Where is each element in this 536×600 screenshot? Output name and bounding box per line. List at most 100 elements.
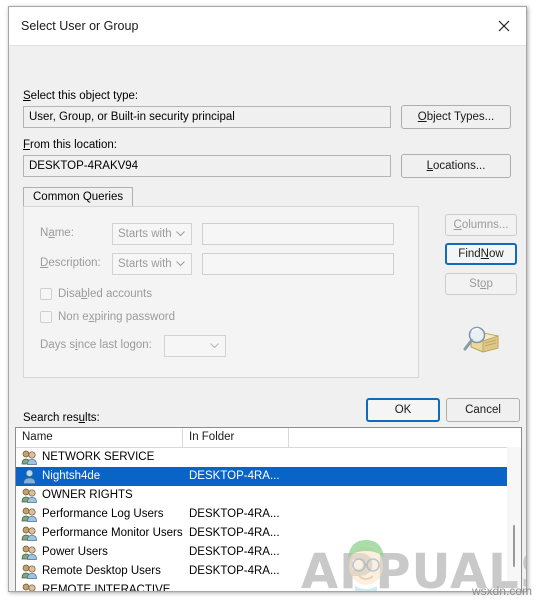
tab-strip: Common Queries bbox=[23, 187, 419, 207]
group-icon bbox=[21, 545, 37, 560]
title-bar: Select User or Group bbox=[9, 7, 526, 46]
ok-button[interactable]: OK bbox=[366, 398, 440, 422]
group-icon bbox=[21, 564, 38, 579]
select-user-or-group-dialog: Select User or Group Select this object … bbox=[8, 6, 527, 592]
table-row[interactable]: Nightsh4de DESKTOP-4RA... bbox=[16, 467, 521, 486]
group-icon bbox=[21, 507, 38, 522]
disabled-accounts-checkbox[interactable] bbox=[40, 288, 52, 300]
search-results-label: Search results: bbox=[23, 412, 100, 424]
cancel-button[interactable]: Cancel bbox=[446, 398, 520, 422]
group-icon bbox=[21, 450, 38, 465]
columns-button-rest: olumns... bbox=[461, 219, 509, 231]
location-label-acc: F bbox=[23, 139, 31, 151]
common-queries-panel: Name: Starts with Description: Starts wi… bbox=[23, 206, 419, 378]
table-row[interactable]: Performance Monitor Users DESKTOP-4RA... bbox=[16, 524, 521, 543]
group-icon bbox=[21, 526, 37, 541]
name-label: Name: bbox=[40, 227, 74, 239]
user-icon bbox=[21, 469, 38, 485]
list-column-headers: Name In Folder bbox=[16, 428, 521, 448]
find-now-button-pre: Find bbox=[458, 248, 481, 260]
find-now-button-acc: N bbox=[480, 248, 489, 260]
list-scrollbar-thumb[interactable] bbox=[513, 525, 515, 567]
table-row[interactable]: NETWORK SERVICE bbox=[16, 448, 521, 467]
cell-in-folder: DESKTOP-4RA... bbox=[189, 470, 280, 482]
name-operator-value: Starts with bbox=[118, 228, 172, 240]
user-icon bbox=[23, 469, 36, 485]
cell-name: OWNER RIGHTS bbox=[42, 489, 133, 501]
non-expiring-password-label: Non expiring password bbox=[58, 311, 175, 323]
locations-button[interactable]: Locations... bbox=[401, 154, 511, 178]
search-results-label-pre: Search res bbox=[23, 412, 79, 424]
cell-in-folder: DESKTOP-4RA... bbox=[189, 546, 280, 558]
non-expiring-password-label-pre: Non e bbox=[58, 311, 89, 323]
non-expiring-password-checkbox[interactable] bbox=[40, 311, 52, 323]
name-label-post: me: bbox=[54, 227, 74, 239]
table-row[interactable]: REMOTE INTERACTIVE ... bbox=[16, 581, 521, 592]
close-icon bbox=[498, 20, 510, 32]
days-since-last-logon-label: Days since last logon: bbox=[40, 339, 152, 351]
cell-in-folder: DESKTOP-4RA... bbox=[189, 527, 280, 539]
cell-in-folder: DESKTOP-4RA... bbox=[189, 565, 280, 577]
object-types-button-acc: O bbox=[417, 111, 427, 123]
cell-name: Power Users bbox=[42, 546, 108, 558]
group-icon bbox=[21, 545, 38, 560]
columns-button[interactable]: Columns... bbox=[445, 214, 517, 236]
non-expiring-password-checkbox-row[interactable]: Non expiring password bbox=[40, 311, 175, 323]
cell-name: Performance Monitor Users bbox=[42, 527, 183, 539]
cell-name: Nightsh4de bbox=[42, 470, 101, 482]
object-type-value[interactable]: User, Group, or Built-in security princi… bbox=[23, 106, 391, 128]
tab-common-queries[interactable]: Common Queries bbox=[23, 187, 134, 207]
dialog-body: Select this object type: User, Group, or… bbox=[9, 46, 526, 592]
disabled-accounts-label: Disabled accounts bbox=[58, 288, 152, 300]
column-header-name[interactable]: Name bbox=[22, 431, 53, 443]
locations-button-rest: ocations... bbox=[432, 160, 486, 172]
disabled-accounts-checkbox-row[interactable]: Disabled accounts bbox=[40, 288, 152, 300]
days-since-last-logon-select[interactable] bbox=[164, 335, 226, 357]
magnifier-folder-icon bbox=[463, 326, 500, 353]
object-types-button[interactable]: Object Types... bbox=[401, 105, 511, 129]
cell-name: Remote Desktop Users bbox=[42, 565, 161, 577]
disabled-accounts-label-post: led accounts bbox=[87, 288, 152, 300]
description-label: Description: bbox=[40, 257, 101, 269]
cell-name: Performance Log Users bbox=[42, 508, 164, 520]
non-expiring-password-label-post: piring password bbox=[94, 311, 175, 323]
columns-button-acc: C bbox=[453, 219, 462, 231]
cell-name: REMOTE INTERACTIVE ... bbox=[42, 584, 184, 592]
name-operator-select[interactable]: Starts with bbox=[112, 223, 192, 245]
column-divider-1[interactable] bbox=[182, 428, 183, 447]
group-icon bbox=[21, 450, 37, 465]
find-now-button[interactable]: Find Now bbox=[445, 243, 517, 265]
object-type-label-rest: elect this object type: bbox=[30, 90, 139, 102]
location-value[interactable]: DESKTOP-4RAKV94 bbox=[23, 155, 391, 177]
group-icon bbox=[21, 583, 38, 591]
stop-button[interactable]: St o p bbox=[445, 273, 517, 295]
object-type-label-acc: S bbox=[23, 90, 31, 102]
description-operator-select[interactable]: Starts with bbox=[112, 253, 192, 275]
table-row[interactable]: Power Users DESKTOP-4RA... bbox=[16, 543, 521, 562]
cell-in-folder: DESKTOP-4RA... bbox=[189, 508, 280, 520]
chevron-down-icon bbox=[176, 231, 185, 237]
description-label-post: escription: bbox=[48, 257, 101, 269]
table-row[interactable]: OWNER RIGHTS bbox=[16, 486, 521, 505]
description-input[interactable] bbox=[202, 253, 394, 275]
chevron-down-icon bbox=[210, 343, 219, 349]
location-label: From this location: bbox=[23, 139, 117, 151]
column-header-in-folder[interactable]: In Folder bbox=[189, 431, 234, 443]
name-input[interactable] bbox=[202, 223, 394, 245]
list-scrollbar[interactable] bbox=[507, 447, 521, 591]
window-title: Select User or Group bbox=[21, 19, 139, 33]
close-button[interactable] bbox=[482, 7, 526, 44]
group-icon bbox=[21, 488, 37, 503]
chevron-down-icon bbox=[176, 261, 185, 267]
group-icon bbox=[22, 583, 36, 591]
object-types-button-rest: bject Types... bbox=[426, 111, 495, 123]
search-results-list: Name In Folder NETWORK SERVICE Nightsh4de… bbox=[15, 427, 522, 592]
days-label-post: nce last logon: bbox=[77, 339, 152, 351]
description-operator-value: Starts with bbox=[118, 258, 172, 270]
table-row[interactable]: Remote Desktop Users DESKTOP-4RA... bbox=[16, 562, 521, 581]
find-now-button-post: ow bbox=[488, 248, 504, 260]
table-row[interactable]: Performance Log Users DESKTOP-4RA... bbox=[16, 505, 521, 524]
group-icon bbox=[21, 526, 38, 541]
column-divider-2[interactable] bbox=[288, 428, 289, 447]
stop-button-post: p bbox=[486, 278, 493, 290]
